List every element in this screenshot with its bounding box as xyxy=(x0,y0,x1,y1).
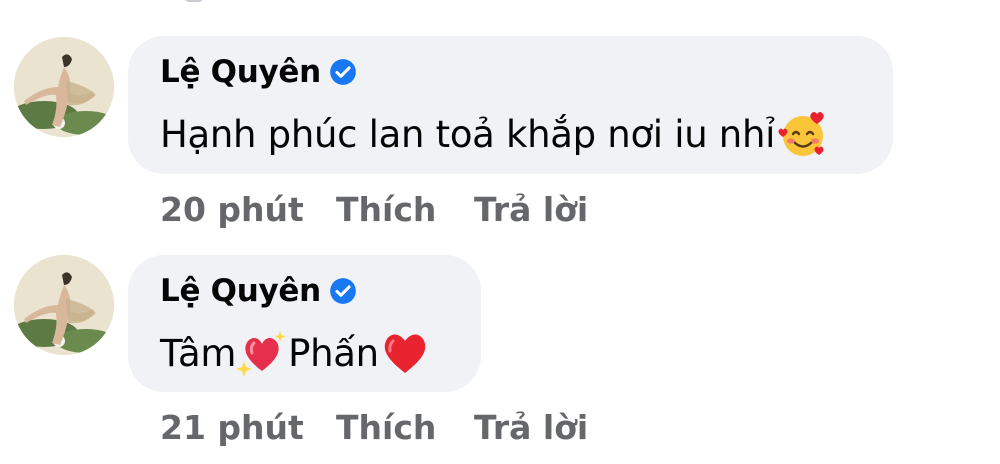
comment-timestamp[interactable]: 21 phút xyxy=(160,408,336,447)
avatar[interactable] xyxy=(14,37,114,137)
comment-actions: 21 phút Thích Trả lời xyxy=(160,408,588,447)
comment-author[interactable]: Lệ Quyên xyxy=(160,273,357,309)
author-name[interactable]: Lệ Quyên xyxy=(160,54,321,90)
smiling-face-with-hearts-icon xyxy=(778,112,824,156)
verified-badge-icon xyxy=(330,59,356,85)
verified-badge-icon xyxy=(330,278,356,304)
reply-button[interactable]: Trả lời xyxy=(474,190,588,229)
comment-timestamp[interactable]: 20 phút xyxy=(160,190,336,229)
avatar-image xyxy=(14,255,114,355)
comment-text-part: Tâm xyxy=(160,331,237,375)
author-name[interactable]: Lệ Quyên xyxy=(160,273,321,309)
avatar-image xyxy=(14,37,114,137)
like-button[interactable]: Thích xyxy=(336,190,474,229)
comment-text: Hạnh phúc lan toả khắp nơi iu nhỉ xyxy=(160,108,829,160)
previous-comment-remnant xyxy=(185,0,203,2)
reply-button[interactable]: Trả lời xyxy=(474,408,588,447)
comment-text-part: Phấn xyxy=(288,331,379,375)
red-heart-icon xyxy=(384,334,426,373)
comment-text-content: Hạnh phúc lan toả khắp nơi iu nhỉ xyxy=(160,112,776,156)
avatar[interactable] xyxy=(14,255,114,355)
comment-text: Tâm Phấn xyxy=(160,327,431,379)
comment-bubble: Lệ Quyên Tâm Phấn xyxy=(128,255,481,392)
sparkling-heart-icon xyxy=(236,331,286,377)
comment-bubble: Lệ Quyên Hạnh phúc lan toả khắp nơi iu n… xyxy=(128,36,893,174)
comment-author[interactable]: Lệ Quyên xyxy=(160,54,357,90)
comment-actions: 20 phút Thích Trả lời xyxy=(160,190,588,229)
like-button[interactable]: Thích xyxy=(336,408,474,447)
